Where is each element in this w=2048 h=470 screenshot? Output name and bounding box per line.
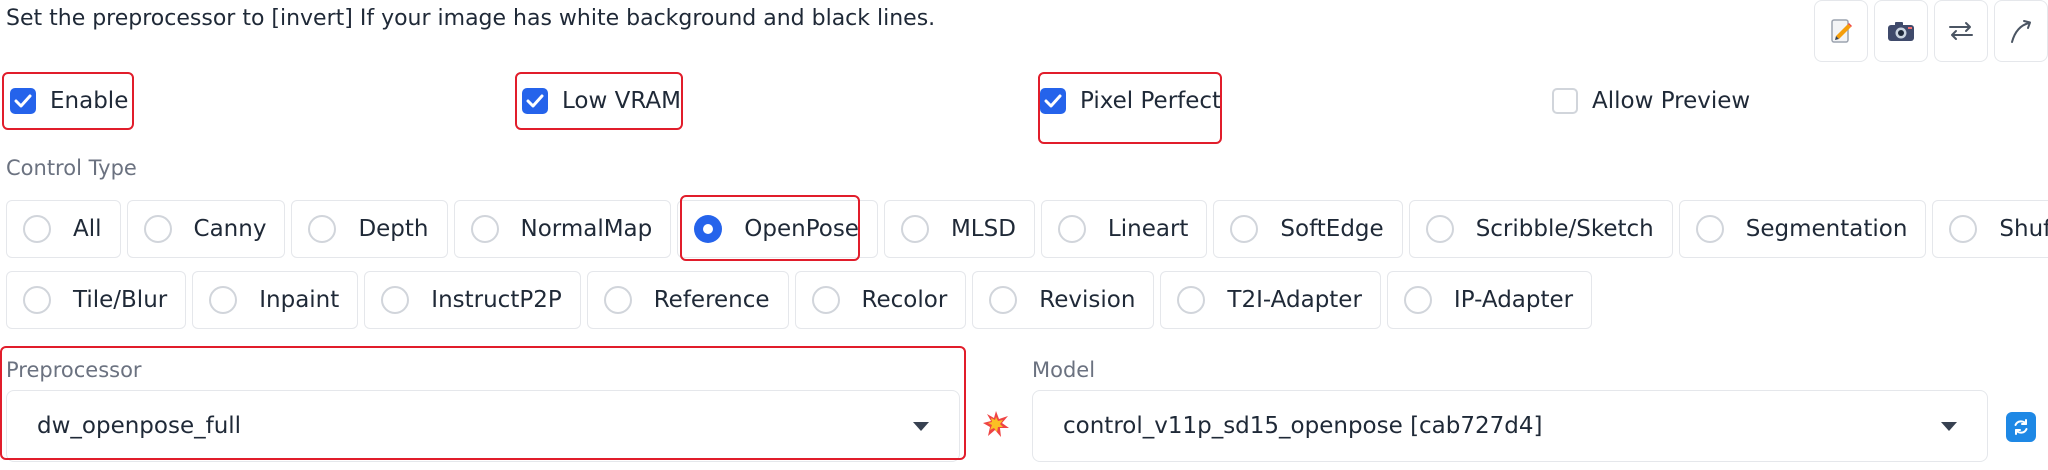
radio-empty-icon[interactable] <box>23 286 51 314</box>
radio-empty-icon[interactable] <box>989 286 1018 314</box>
control-type-label: Revision <box>1039 287 1136 313</box>
radio-empty-icon[interactable] <box>900 215 929 243</box>
control-type-label: SoftEdge <box>1280 216 1384 242</box>
curve-arrow-icon[interactable] <box>1994 0 2048 62</box>
control-type-label: Control Type <box>6 156 137 180</box>
low-vram-checkbox[interactable]: Low VRAM <box>522 88 681 114</box>
explosion-icon[interactable] <box>982 410 1010 443</box>
radio-empty-icon[interactable] <box>1230 215 1259 243</box>
model-dropdown[interactable]: control_v11p_sd15_openpose [cab727d4] <box>1032 390 1988 462</box>
edit-icon[interactable] <box>1814 0 1868 62</box>
control-type-tile-blur[interactable]: Tile/Blur <box>6 271 187 329</box>
radio-empty-icon[interactable] <box>143 215 172 243</box>
checkbox-check-icon[interactable] <box>10 88 36 114</box>
control-type-label: MLSD <box>950 216 1016 242</box>
control-type-depth[interactable]: Depth <box>291 200 448 258</box>
swap-icon[interactable] <box>1934 0 1988 62</box>
control-type-ip-adapter[interactable]: IP-Adapter <box>1386 271 1593 329</box>
control-type-label: T2I-Adapter <box>1227 287 1362 313</box>
control-type-canny[interactable]: Canny <box>126 200 286 258</box>
checkbox-empty-icon[interactable] <box>1552 88 1578 114</box>
radio-empty-icon[interactable] <box>811 286 840 314</box>
control-type-label: NormalMap <box>520 216 653 242</box>
radio-empty-icon[interactable] <box>1057 215 1086 243</box>
control-type-mlsd[interactable]: MLSD <box>883 200 1035 258</box>
control-type-reference[interactable]: Reference <box>586 271 789 329</box>
control-type-label: OpenPose <box>744 216 859 242</box>
control-type-openpose[interactable]: OpenPose <box>677 200 878 258</box>
radio-empty-icon[interactable] <box>308 215 337 243</box>
control-type-label: Shuffle <box>1999 216 2048 242</box>
controlnet-panel: Set the preprocessor to [invert] If your… <box>0 0 2048 470</box>
control-type-label: Lineart <box>1107 216 1189 242</box>
refresh-icon[interactable] <box>2006 412 2036 442</box>
model-label: Model <box>1032 358 1096 382</box>
radio-empty-icon[interactable] <box>603 286 632 314</box>
radio-selected-icon[interactable] <box>694 215 723 243</box>
low-vram-label: Low VRAM <box>562 88 681 114</box>
control-type-label: Reference <box>653 287 770 313</box>
control-type-all[interactable]: All <box>6 200 121 258</box>
control-type-label: Scribble/Sketch <box>1475 216 1654 242</box>
allow-preview-label: Allow Preview <box>1592 88 1751 114</box>
radio-empty-icon[interactable] <box>1403 286 1432 314</box>
preprocessor-label: Preprocessor <box>6 358 142 382</box>
control-type-softedge[interactable]: SoftEdge <box>1213 200 1403 258</box>
radio-empty-icon[interactable] <box>381 286 410 314</box>
control-type-label: InstructP2P <box>431 287 562 313</box>
enable-label: Enable <box>50 88 129 114</box>
control-type-label: All <box>73 216 102 242</box>
control-type-label: Depth <box>358 216 429 242</box>
control-type-t2i-adapter[interactable]: T2I-Adapter <box>1160 271 1381 329</box>
control-type-inpaint[interactable]: Inpaint <box>192 271 359 329</box>
control-type-label: Inpaint <box>259 287 340 313</box>
preprocessor-dropdown[interactable]: dw_openpose_full <box>6 390 960 462</box>
control-type-recolor[interactable]: Recolor <box>794 271 967 329</box>
radio-empty-icon[interactable] <box>1949 215 1978 243</box>
pixel-perfect-label: Pixel Perfect <box>1080 88 1222 114</box>
checkbox-check-icon[interactable] <box>1040 88 1066 114</box>
control-type-lineart[interactable]: Lineart <box>1040 200 1208 258</box>
preprocessor-value: dw_openpose_full <box>37 413 242 439</box>
allow-preview-checkbox[interactable]: Allow Preview <box>1552 88 1750 114</box>
control-type-instructp2p[interactable]: InstructP2P <box>364 271 581 329</box>
model-value: control_v11p_sd15_openpose [cab727d4] <box>1063 413 1543 439</box>
radio-empty-icon[interactable] <box>1177 286 1206 314</box>
toolbar <box>1814 0 2048 62</box>
control-type-shuffle[interactable]: Shuffle <box>1932 200 2048 258</box>
radio-empty-icon[interactable] <box>1695 215 1724 243</box>
chevron-down-icon <box>913 421 929 431</box>
control-type-label: Segmentation <box>1745 216 1908 242</box>
radio-empty-icon[interactable] <box>23 215 51 243</box>
checkbox-check-icon[interactable] <box>522 88 548 114</box>
control-type-scribble-sketch[interactable]: Scribble/Sketch <box>1408 200 1673 258</box>
control-type-segmentation[interactable]: Segmentation <box>1678 200 1927 258</box>
control-type-label: IP-Adapter <box>1453 287 1574 313</box>
control-type-normalmap[interactable]: NormalMap <box>453 200 672 258</box>
control-type-label: Recolor <box>861 287 948 313</box>
chevron-down-icon <box>1941 421 1957 431</box>
radio-empty-icon[interactable] <box>1425 215 1454 243</box>
control-type-label: Tile/Blur <box>73 287 168 313</box>
pixel-perfect-checkbox[interactable]: Pixel Perfect <box>1040 88 1221 114</box>
control-type-row-2: Tile/Blur Inpaint InstructP2P Reference Reco… <box>6 271 1593 329</box>
camera-icon[interactable] <box>1874 0 1928 62</box>
control-type-label: Canny <box>193 216 267 242</box>
radio-empty-icon[interactable] <box>470 215 499 243</box>
radio-empty-icon[interactable] <box>209 286 238 314</box>
control-type-revision[interactable]: Revision <box>972 271 1155 329</box>
enable-checkbox[interactable]: Enable <box>10 88 128 114</box>
hint-text: Set the preprocessor to [invert] If your… <box>6 6 936 31</box>
control-type-row-1: All Canny Depth NormalMap OpenPose MLSD Linear… <box>6 200 2048 258</box>
